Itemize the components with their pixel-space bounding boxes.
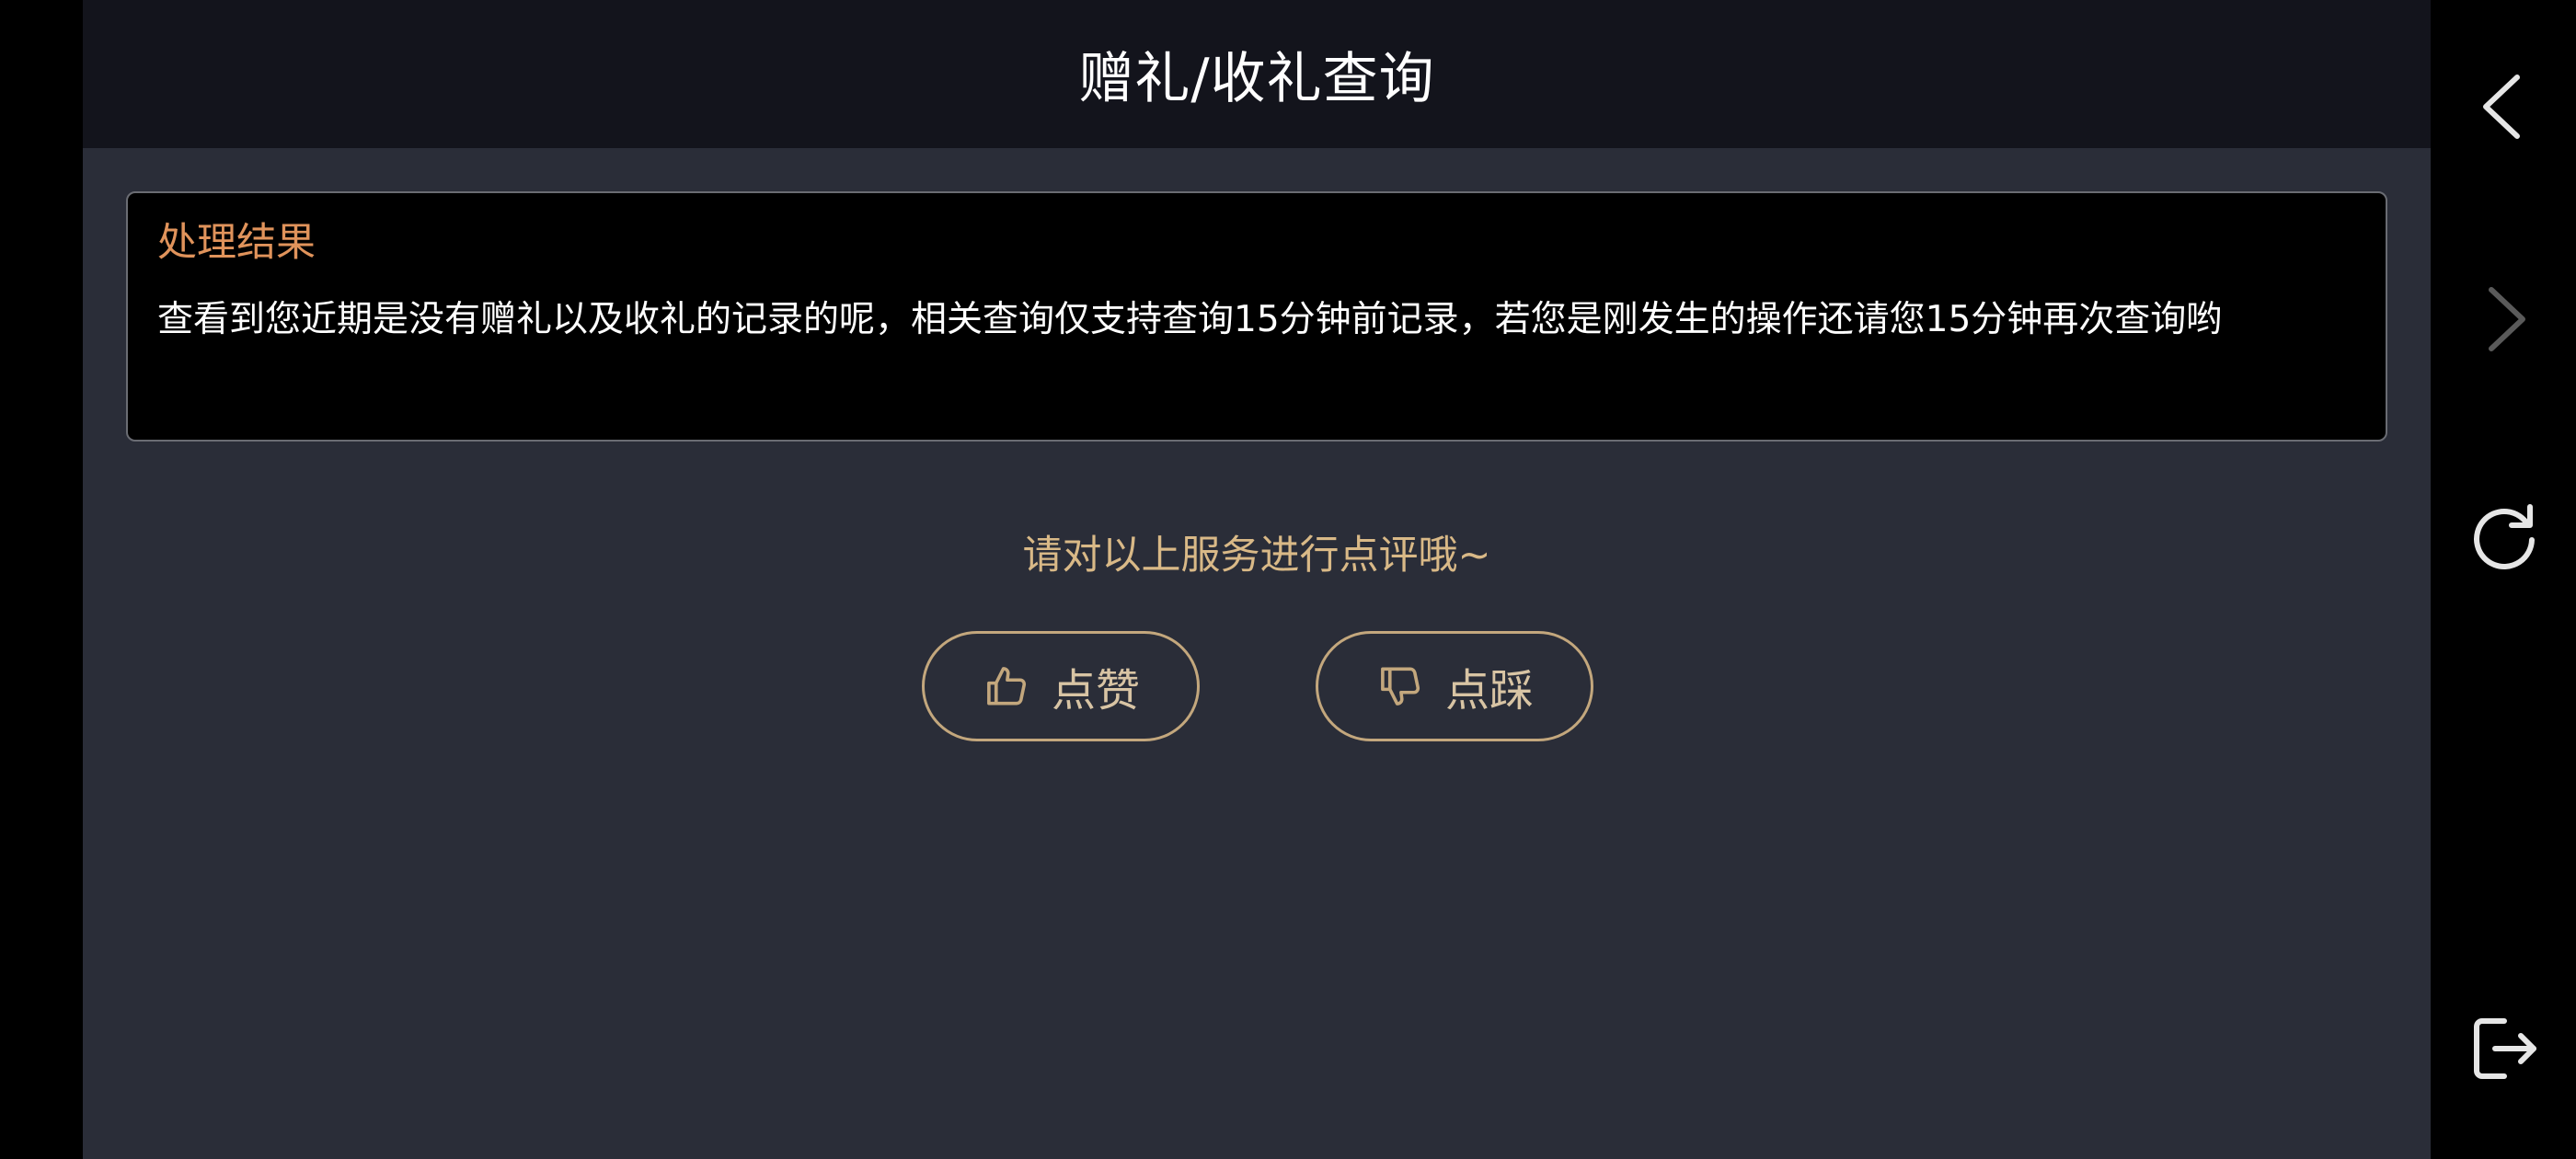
forward-button[interactable] [2467,282,2541,356]
app-frame: 赠礼/收礼查询 处理结果 查看到您近期是没有赠礼以及收礼的记录的呢，相关查询仅支… [83,0,2431,1159]
result-card: 处理结果 查看到您近期是没有赠礼以及收礼的记录的呢，相关查询仅支持查询15分钟前… [126,191,2387,442]
exit-button[interactable] [2467,1012,2541,1085]
result-message: 查看到您近期是没有赠礼以及收礼的记录的呢，相关查询仅支持查询15分钟前记录，若您… [157,299,2223,340]
exit-icon [2474,1018,2536,1079]
thumbs-down-icon [1375,661,1425,711]
page-header: 赠礼/收礼查询 [83,0,2431,148]
back-button[interactable] [2467,70,2541,143]
like-label: 点赞 [1051,665,1140,717]
thumbs-up-icon [982,661,1031,711]
like-button[interactable]: 点赞 [922,631,1200,741]
back-arrow-icon [2483,75,2520,139]
reload-icon [2474,504,2535,569]
result-heading: 处理结果 [157,220,316,266]
side-navigation-rail [2431,0,2576,1159]
forward-arrow-icon [2489,287,2525,351]
page-title: 赠礼/收礼查询 [1078,47,1435,111]
dislike-label: 点踩 [1444,665,1534,717]
dislike-button[interactable]: 点踩 [1316,631,1593,741]
reload-button[interactable] [2467,499,2541,573]
rating-prompt: 请对以上服务进行点评哦~ [1022,533,1491,579]
